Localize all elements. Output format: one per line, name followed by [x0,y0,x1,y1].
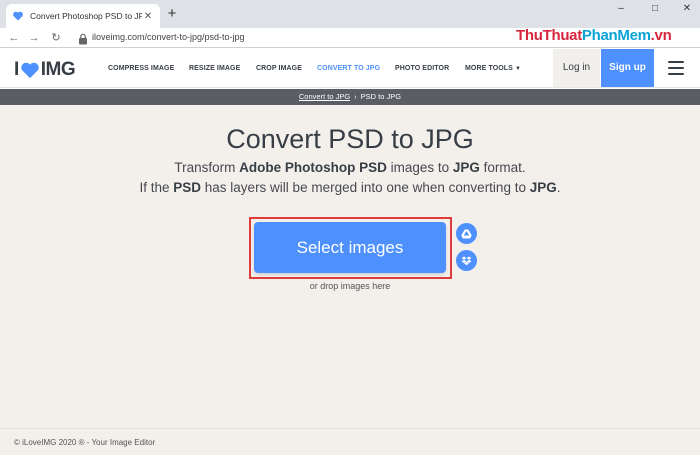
site-header: I IMG COMPRESS IMAGE RESIZE IMAGE CROP I… [0,49,700,88]
signup-button[interactable]: Sign up [601,49,654,87]
nav-more-tools[interactable]: MORE TOOLS ▼ [465,65,521,72]
dropbox-icon[interactable] [456,250,477,271]
tab-title: Convert Photoshop PSD to JPG [30,11,142,21]
page-subtitle-line-2: If the PSD has layers will be merged int… [139,180,561,195]
nav-crop-image[interactable]: CROP IMAGE [256,65,302,72]
login-button[interactable]: Log in [553,49,600,87]
browser-tab[interactable]: Convert Photoshop PSD to JPG ✕ [6,4,160,28]
url-field[interactable]: iloveimg.com/convert-to-jpg/psd-to-jpg [92,32,245,42]
new-tab-button[interactable]: + [164,6,180,22]
tab-close-icon[interactable]: ✕ [142,11,154,22]
back-arrow-icon[interactable]: ← [6,30,22,46]
close-window-button[interactable]: ✕ [676,0,698,18]
maximize-button[interactable]: □ [644,0,666,18]
site-logo[interactable]: I IMG [14,59,76,81]
main-content: Convert PSD to JPG Transform Adobe Photo… [0,105,700,428]
caret-down-icon: ▼ [514,66,522,72]
minimize-button[interactable]: – [610,0,632,18]
breadcrumb-parent-link[interactable]: Convert to JPG [299,92,350,101]
site-footer: © iLoveIMG 2020 ® - Your Image Editor [0,428,700,455]
heart-logo-icon [21,62,39,79]
nav-photo-editor[interactable]: PHOTO EDITOR [395,65,449,72]
select-images-button[interactable]: Select images [254,222,446,273]
google-drive-icon[interactable] [456,223,477,244]
browser-titlebar: Convert Photoshop PSD to JPG ✕ + – □ ✕ [0,0,700,28]
breadcrumb-current: PSD to JPG [360,92,402,101]
breadcrumb: Convert to JPG › PSD to JPG [0,89,700,105]
reload-icon[interactable]: ↻ [48,30,64,46]
nav-resize-image[interactable]: RESIZE IMAGE [189,65,240,72]
page-subtitle-line-1: Transform Adobe Photoshop PSD images to … [174,160,526,175]
breadcrumb-separator: › [354,92,357,101]
lock-icon [78,32,88,45]
hamburger-menu-icon[interactable] [668,61,684,75]
heart-favicon-icon [12,10,24,22]
watermark-logo: ThuThuatPhanMem.vn [516,27,672,44]
page-title: Convert PSD to JPG [226,124,474,154]
drop-hint: or drop images here [309,281,391,291]
forward-arrow-icon[interactable]: → [26,30,42,46]
nav-convert-to-jpg[interactable]: CONVERT TO JPG [317,65,380,72]
nav-compress-image[interactable]: COMPRESS IMAGE [108,65,174,72]
